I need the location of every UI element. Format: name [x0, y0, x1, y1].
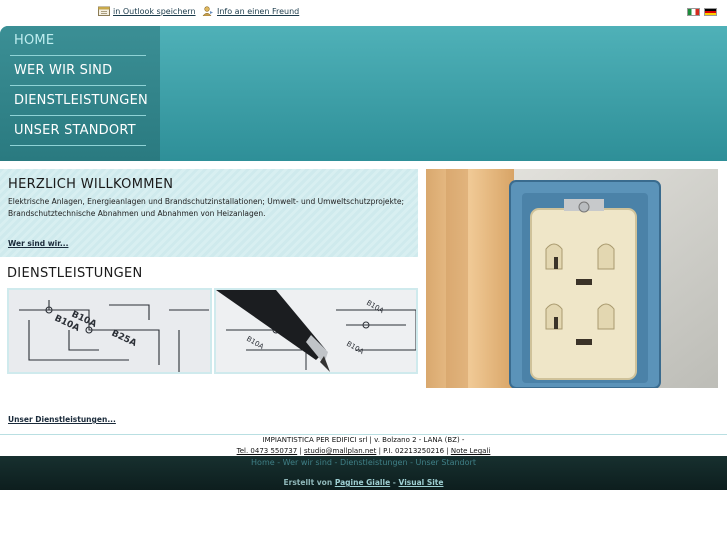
welcome-text: Elektrische Anlagen, Energieanlagen und … [8, 197, 404, 218]
legal-notes-link[interactable]: Note Legali [451, 447, 491, 455]
german-flag-icon[interactable] [704, 8, 717, 16]
credits-prefix: Erstellt von [283, 478, 333, 487]
send-to-friend-link[interactable]: Info an einen Freund [202, 6, 300, 17]
italian-flag-icon[interactable] [687, 8, 700, 16]
nav-item-dienstleistungen[interactable]: DIENSTLEISTUNGEN [10, 86, 148, 116]
send-to-friend-label: Info an einen Freund [217, 6, 300, 16]
nav-item-unser-standort[interactable]: UNSER STANDORT [10, 116, 146, 146]
phone-link[interactable]: Tel. 0473 550737 [237, 447, 298, 455]
user-icon [202, 6, 214, 17]
services-title: DIENSTLEISTUNGEN [7, 266, 143, 281]
footer-link-dienstleistungen[interactable]: Dienstleistungen [340, 458, 408, 467]
save-outlook-link[interactable]: in Outlook speichern [98, 6, 196, 16]
electrical-outlet-photo [426, 169, 718, 388]
blueprint-image-1: B10A B25A B10A [7, 288, 212, 374]
our-services-link[interactable]: Unser Dienstleistungen... [8, 415, 116, 424]
top-bar: in Outlook speichern Info an einen Freun… [0, 0, 727, 26]
footer-link-unser-standort[interactable]: Unser Standort [416, 458, 476, 467]
header-banner: HOME WER WIR SIND DIENSTLEISTUNGEN UNSER… [0, 26, 727, 161]
footer-link-wer-wir-sind[interactable]: Wer wir sind [283, 458, 332, 467]
footer-info: IMPIANTISTICA PER EDIFICI srl | v. Bolza… [0, 435, 727, 457]
email-link[interactable]: studio@mallplan.net [304, 447, 376, 455]
language-switcher [687, 8, 717, 16]
welcome-title: HERZLICH WILLKOMMEN [8, 177, 174, 192]
main-navigation: HOME WER WIR SIND DIENSTLEISTUNGEN UNSER… [0, 26, 160, 161]
about-us-link[interactable]: Wer sind wir... [8, 239, 68, 248]
nav-item-home[interactable]: HOME [10, 26, 146, 56]
footer-link-home[interactable]: Home [251, 458, 275, 467]
blueprint-pen-image: B10A B10A B10A [214, 288, 418, 374]
nav-item-wer-wir-sind[interactable]: WER WIR SIND [10, 56, 146, 86]
pagine-gialle-link[interactable]: Pagine Gialle [335, 478, 390, 487]
company-address: IMPIANTISTICA PER EDIFICI srl | v. Bolza… [262, 436, 465, 444]
vat-number: | P.I. 02213250216 | [378, 447, 449, 455]
credits: Erstellt von Pagine Gialle - Visual Site [283, 478, 444, 487]
footer-navigation: Home - Wer wir sind - Dienstleistungen -… [251, 458, 476, 467]
save-outlook-label: in Outlook speichern [113, 6, 196, 16]
calendar-icon [98, 6, 110, 16]
visual-site-link[interactable]: Visual Site [399, 478, 444, 487]
